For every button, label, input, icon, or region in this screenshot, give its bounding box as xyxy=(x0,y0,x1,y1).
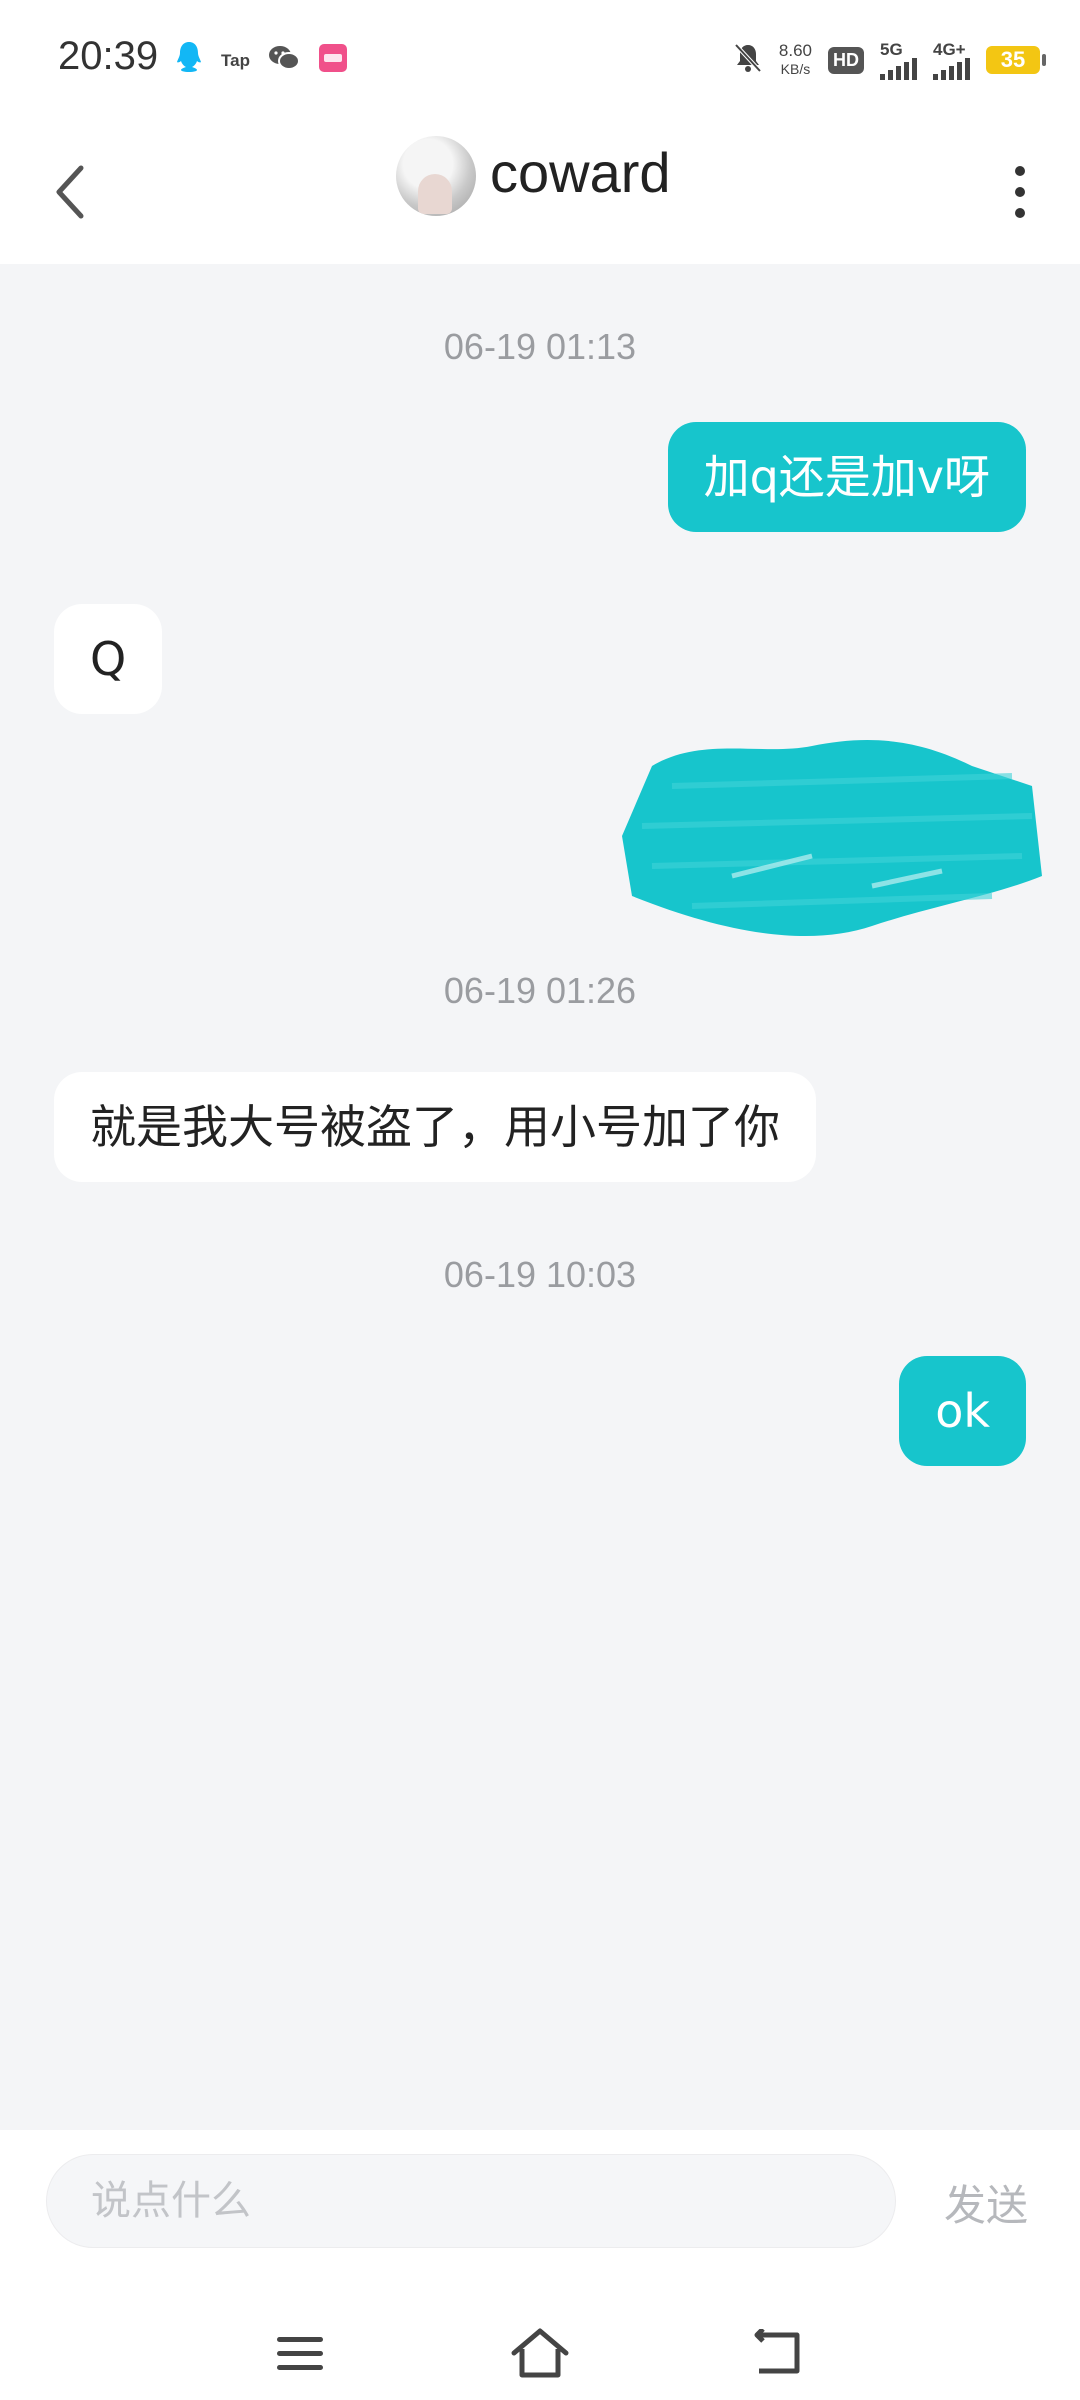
back-button[interactable] xyxy=(40,150,100,234)
redacted-message-scribble[interactable] xyxy=(612,726,1052,946)
dot xyxy=(1015,187,1025,197)
back-nav-button[interactable] xyxy=(740,2318,820,2388)
back-icon xyxy=(754,2329,800,2374)
message-input[interactable] xyxy=(46,2154,896,2248)
incoming-message[interactable]: 就是我大号被盗了，用小号加了你 xyxy=(54,1072,816,1182)
lofter-icon xyxy=(318,43,348,77)
outgoing-message[interactable]: ok xyxy=(899,1356,1026,1466)
outgoing-message[interactable]: 加q还是加v呀 xyxy=(667,422,1026,532)
menu-icon xyxy=(277,2337,323,2370)
system-nav-bar xyxy=(0,2308,1080,2400)
input-bar: 发送 xyxy=(0,2130,1080,2400)
status-bar: 20:39 Tap 8.60 KB/s HD 5G 4G+ 35 xyxy=(0,0,1080,120)
contact-name[interactable]: coward xyxy=(490,140,671,205)
status-time: 20:39 xyxy=(58,34,159,78)
signal-sim2: 4G+ xyxy=(933,41,970,80)
tap-icon: Tap xyxy=(221,50,250,70)
hd-icon: HD xyxy=(828,46,864,74)
more-options-button[interactable] xyxy=(980,150,1060,234)
timestamp: 06-19 01:26 xyxy=(443,970,637,1011)
timestamp: 06-19 10:03 xyxy=(443,1254,637,1295)
send-button[interactable]: 发送 xyxy=(944,2172,1028,2233)
wechat-icon xyxy=(268,44,300,76)
chat-header: coward xyxy=(0,120,1080,264)
dot xyxy=(1015,208,1025,218)
signal-bars-icon xyxy=(880,57,917,80)
qq-icon xyxy=(175,40,203,80)
vertical-dots-icon xyxy=(1015,166,1025,176)
notification-icons: Tap xyxy=(175,38,348,82)
system-status: 8.60 KB/s HD 5G 4G+ 35 xyxy=(733,36,1046,84)
incoming-message[interactable]: Q xyxy=(54,604,163,714)
network-speed: 8.60 KB/s xyxy=(778,41,812,78)
home-button[interactable] xyxy=(500,2318,580,2388)
signal-sim1: 5G xyxy=(880,41,917,80)
chevron-left-icon xyxy=(56,165,84,219)
home-icon xyxy=(511,2328,569,2378)
timestamp: 06-19 01:13 xyxy=(443,326,637,367)
mute-bell-icon xyxy=(733,42,763,78)
signal-bars-icon xyxy=(933,57,970,80)
avatar[interactable] xyxy=(396,136,476,216)
menu-button[interactable] xyxy=(260,2318,340,2388)
battery-icon: 35 xyxy=(986,46,1046,74)
